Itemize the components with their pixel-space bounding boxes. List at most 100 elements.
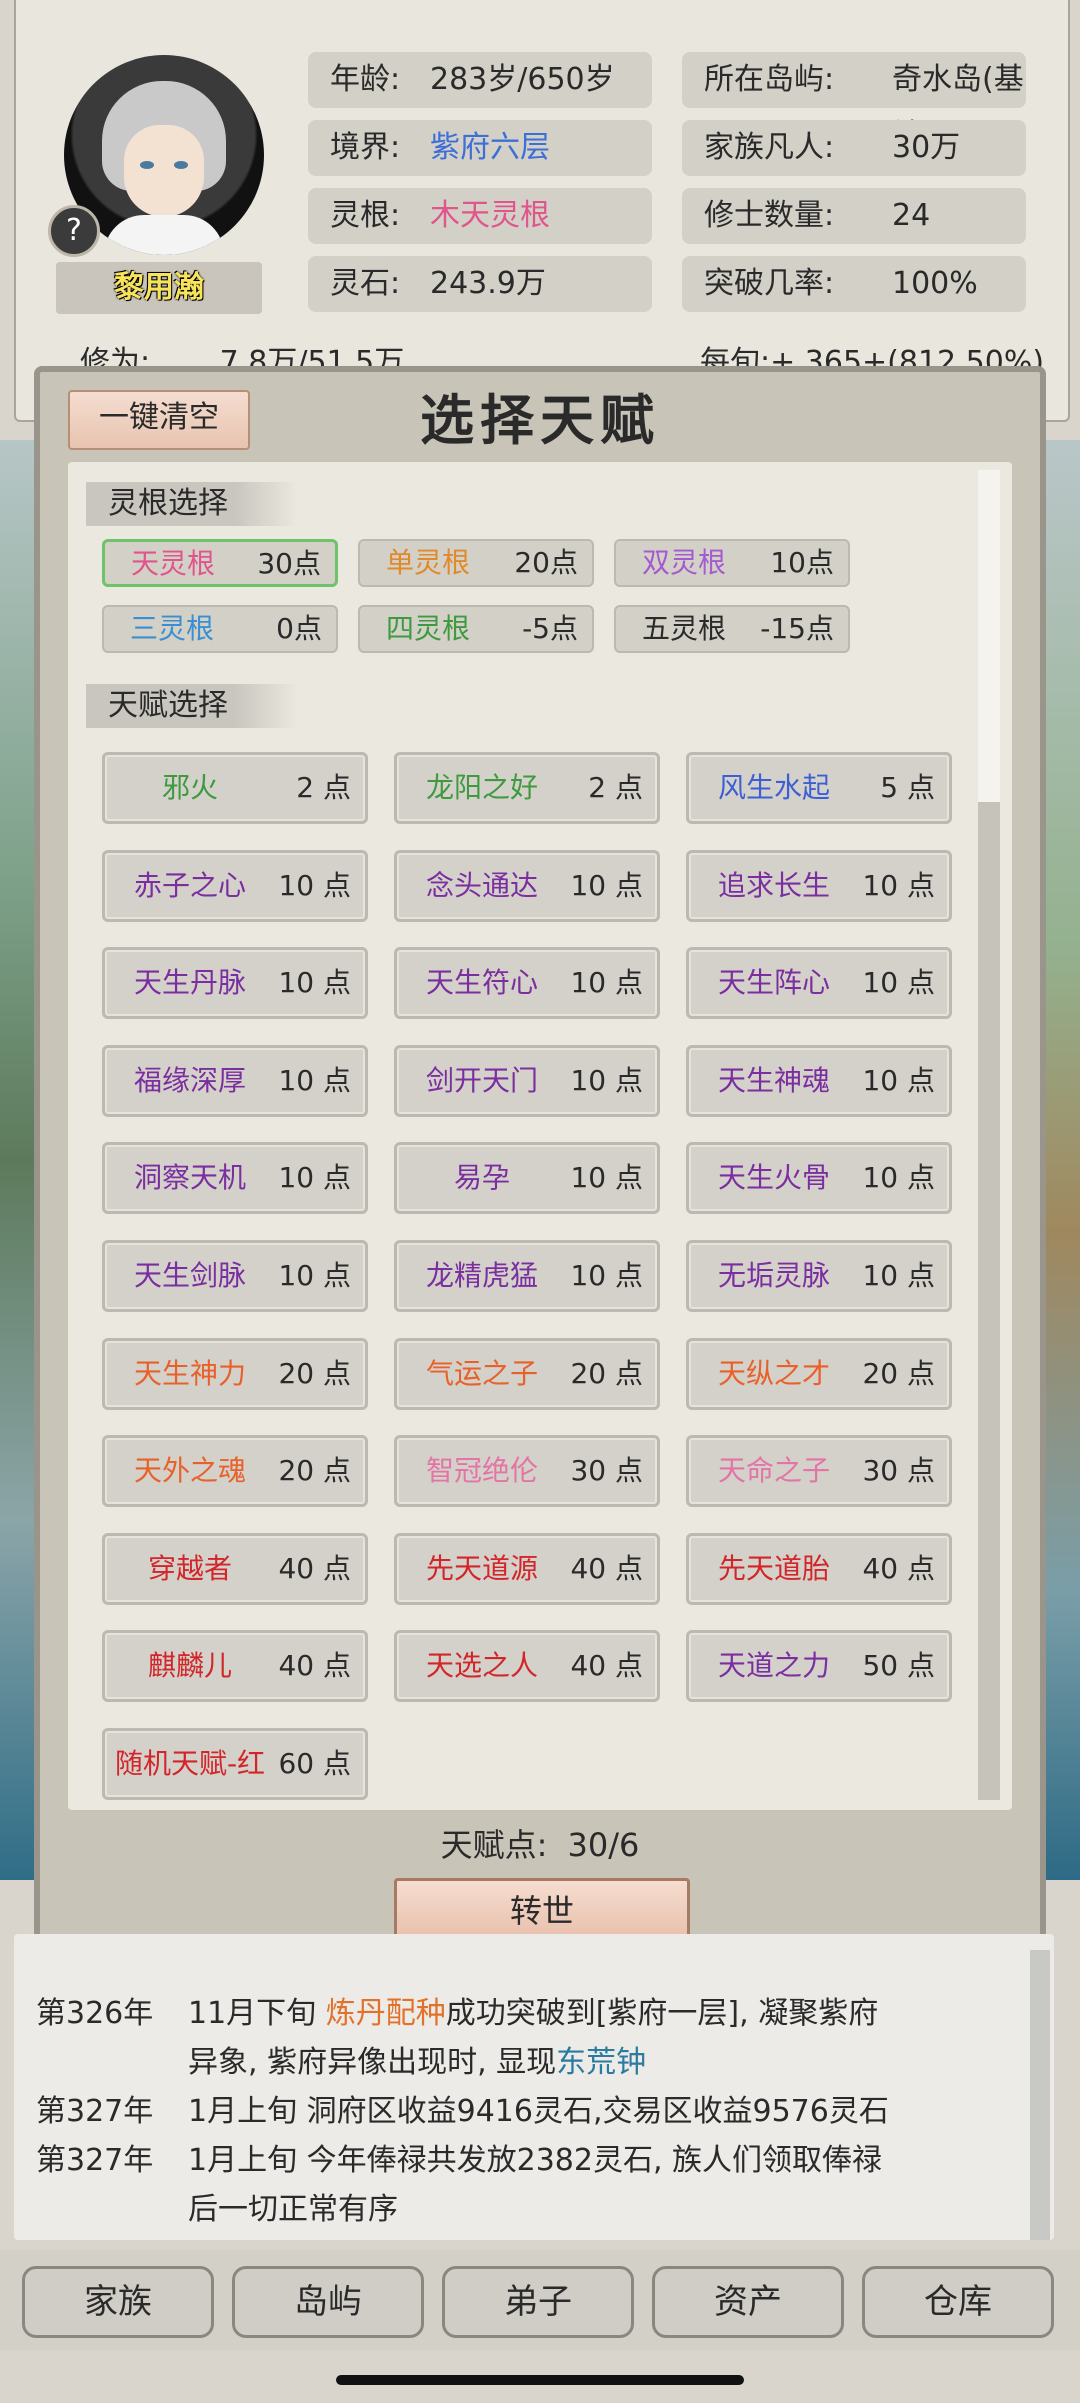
stat-row: 境界: 紫府六层 bbox=[308, 120, 652, 176]
stat-label: 突破几率: bbox=[704, 266, 835, 301]
talent-option[interactable]: 智冠绝伦 30 点 bbox=[394, 1435, 660, 1508]
stat-value: 紫府六层 bbox=[430, 130, 550, 165]
root-option[interactable]: 天灵根 30点 bbox=[102, 539, 338, 587]
log-year: 第326年 bbox=[36, 1996, 154, 2031]
nav-tab-disciples[interactable]: 弟子 bbox=[442, 2266, 634, 2338]
stat-label: 灵根: bbox=[330, 198, 401, 233]
event-log[interactable] bbox=[14, 1934, 1054, 2240]
stat-value: 283岁/650岁 bbox=[430, 62, 615, 97]
clear-all-button[interactable]: 一键清空 bbox=[68, 390, 250, 450]
talent-option[interactable]: 先天道源 40 点 bbox=[394, 1532, 660, 1605]
log-year: 第327年 bbox=[36, 2143, 154, 2178]
talent-option[interactable]: 气运之子 20 点 bbox=[394, 1337, 660, 1410]
talent-option[interactable]: 天生火骨 10 点 bbox=[686, 1142, 952, 1215]
talent-option[interactable]: 龙精虎猛 10 点 bbox=[394, 1240, 660, 1312]
talent-name: 洞察天机 bbox=[133, 1161, 246, 1195]
stat-label: 修士数量: bbox=[704, 198, 835, 233]
talent-name: 随机天赋-红 bbox=[114, 1747, 266, 1780]
log-text-part: 成功突破到[紫府一层], 凝聚紫府 bbox=[445, 1996, 879, 2031]
root-name: 单灵根 bbox=[386, 546, 471, 579]
log-text: 后一切正常有序 bbox=[188, 2186, 398, 2234]
talent-option[interactable]: 天命之子 30 点 bbox=[686, 1435, 952, 1508]
log-text-part: 1月上旬 今年俸禄共发放2382灵石, 族人们领取俸禄 bbox=[188, 2143, 883, 2178]
talent-name: 先天道源 bbox=[425, 1551, 538, 1585]
talent-option[interactable]: 龙阳之好 2 点 bbox=[394, 752, 660, 824]
talent-option[interactable]: 天外之魂 20 点 bbox=[102, 1435, 368, 1508]
talent-option[interactable]: 邪火 2 点 bbox=[102, 752, 368, 824]
talent-name: 念头通达 bbox=[425, 868, 538, 902]
stat-row: 年龄: 283岁/650岁 bbox=[308, 52, 652, 108]
nav-tab-islands[interactable]: 岛屿 bbox=[232, 2266, 424, 2338]
root-name: 三灵根 bbox=[130, 612, 215, 645]
talent-option[interactable]: 赤子之心 10 点 bbox=[102, 849, 368, 922]
nav-tab-assets[interactable]: 资产 bbox=[652, 2266, 844, 2338]
stat-label: 家族凡人: bbox=[704, 130, 835, 165]
talent-points: 10 点 bbox=[278, 966, 351, 1000]
talent-option[interactable]: 无垢灵脉 10 点 bbox=[686, 1240, 952, 1312]
talent-option[interactable]: 先天道胎 40 点 bbox=[686, 1532, 952, 1605]
talent-points: 60 点 bbox=[278, 1747, 351, 1780]
talent-option[interactable]: 天道之力 50 点 bbox=[686, 1630, 952, 1703]
root-option[interactable]: 双灵根 10点 bbox=[614, 539, 850, 587]
avatar-eye bbox=[140, 161, 154, 169]
talent-points: 10 点 bbox=[570, 1259, 643, 1292]
talent-name: 穿越者 bbox=[147, 1551, 232, 1585]
avatar-eye bbox=[174, 161, 188, 169]
talent-option[interactable]: 洞察天机 10 点 bbox=[102, 1142, 368, 1215]
talent-option[interactable]: 追求长生 10 点 bbox=[686, 849, 952, 922]
talent-points: 40 点 bbox=[278, 1551, 351, 1585]
talent-option[interactable]: 天纵之才 20 点 bbox=[686, 1337, 952, 1410]
talent-option[interactable]: 剑开天门 10 点 bbox=[394, 1044, 660, 1117]
nav-tab-family[interactable]: 家族 bbox=[22, 2266, 214, 2338]
stat-value: 243.9万 bbox=[430, 266, 546, 301]
scrollbar-thumb[interactable] bbox=[978, 470, 1000, 802]
talent-points: 5 点 bbox=[880, 771, 935, 804]
help-icon[interactable]: ? bbox=[48, 205, 100, 257]
talent-points: 40 点 bbox=[862, 1551, 935, 1585]
character-name: 黎用瀚 bbox=[56, 262, 262, 314]
talent-option[interactable]: 天生剑脉 10 点 bbox=[102, 1240, 368, 1312]
home-indicator bbox=[336, 2375, 744, 2385]
stat-label: 年龄: bbox=[330, 62, 401, 97]
talent-name: 福缘深厚 bbox=[133, 1063, 246, 1097]
talent-option[interactable]: 麒麟儿 40 点 bbox=[102, 1630, 368, 1703]
root-option[interactable]: 三灵根 0点 bbox=[102, 605, 338, 653]
root-name: 四灵根 bbox=[386, 612, 471, 645]
talent-points: 10 点 bbox=[278, 1063, 351, 1097]
talent-option[interactable]: 风生水起 5 点 bbox=[686, 752, 952, 824]
stat-label: 所在岛屿: bbox=[704, 62, 835, 97]
talent-option[interactable]: 天生符心 10 点 bbox=[394, 947, 660, 1020]
root-name: 五灵根 bbox=[642, 612, 727, 645]
talent-name: 天生神魂 bbox=[717, 1063, 830, 1097]
root-option[interactable]: 五灵根 -15点 bbox=[614, 605, 850, 653]
talent-option[interactable]: 天生阵心 10 点 bbox=[686, 947, 952, 1020]
talent-points: 40 点 bbox=[570, 1551, 643, 1585]
log-text: 11月下旬 炼丹配种成功突破到[紫府一层], 凝聚紫府 bbox=[188, 1990, 878, 2038]
talent-option[interactable]: 穿越者 40 点 bbox=[102, 1532, 368, 1605]
talent-option[interactable]: 天生丹脉 10 点 bbox=[102, 947, 368, 1020]
talent-name: 剑开天门 bbox=[425, 1063, 538, 1097]
stat-value: 木天灵根 bbox=[430, 198, 550, 233]
talent-option[interactable]: 天生神魂 10 点 bbox=[686, 1044, 952, 1117]
talent-points: 30 点 bbox=[570, 1454, 643, 1488]
talent-name: 赤子之心 bbox=[133, 868, 246, 902]
talent-option[interactable]: 易孕 10 点 bbox=[394, 1142, 660, 1215]
talent-option[interactable]: 福缘深厚 10 点 bbox=[102, 1044, 368, 1117]
root-option[interactable]: 四灵根 -5点 bbox=[358, 605, 594, 653]
talent-points: 20 点 bbox=[278, 1356, 351, 1390]
talent-option[interactable]: 念头通达 10 点 bbox=[394, 849, 660, 922]
root-points: -15点 bbox=[760, 612, 834, 645]
talent-points: 20 点 bbox=[862, 1356, 935, 1390]
talent-name: 天命之子 bbox=[717, 1454, 830, 1488]
root-option[interactable]: 单灵根 20点 bbox=[358, 539, 594, 587]
avatar-face bbox=[124, 125, 204, 217]
log-scrollbar[interactable] bbox=[1030, 1950, 1050, 2240]
talent-option[interactable]: 随机天赋-红 60 点 bbox=[102, 1728, 368, 1800]
talent-option[interactable]: 天选之人 40 点 bbox=[394, 1630, 660, 1703]
nav-tab-warehouse[interactable]: 仓库 bbox=[862, 2266, 1054, 2338]
talent-name: 天生阵心 bbox=[717, 966, 830, 1000]
modal-title: 选择天赋 bbox=[420, 388, 660, 452]
avatar-robe bbox=[104, 215, 224, 255]
talent-name: 邪火 bbox=[161, 771, 218, 804]
talent-option[interactable]: 天生神力 20 点 bbox=[102, 1337, 368, 1410]
